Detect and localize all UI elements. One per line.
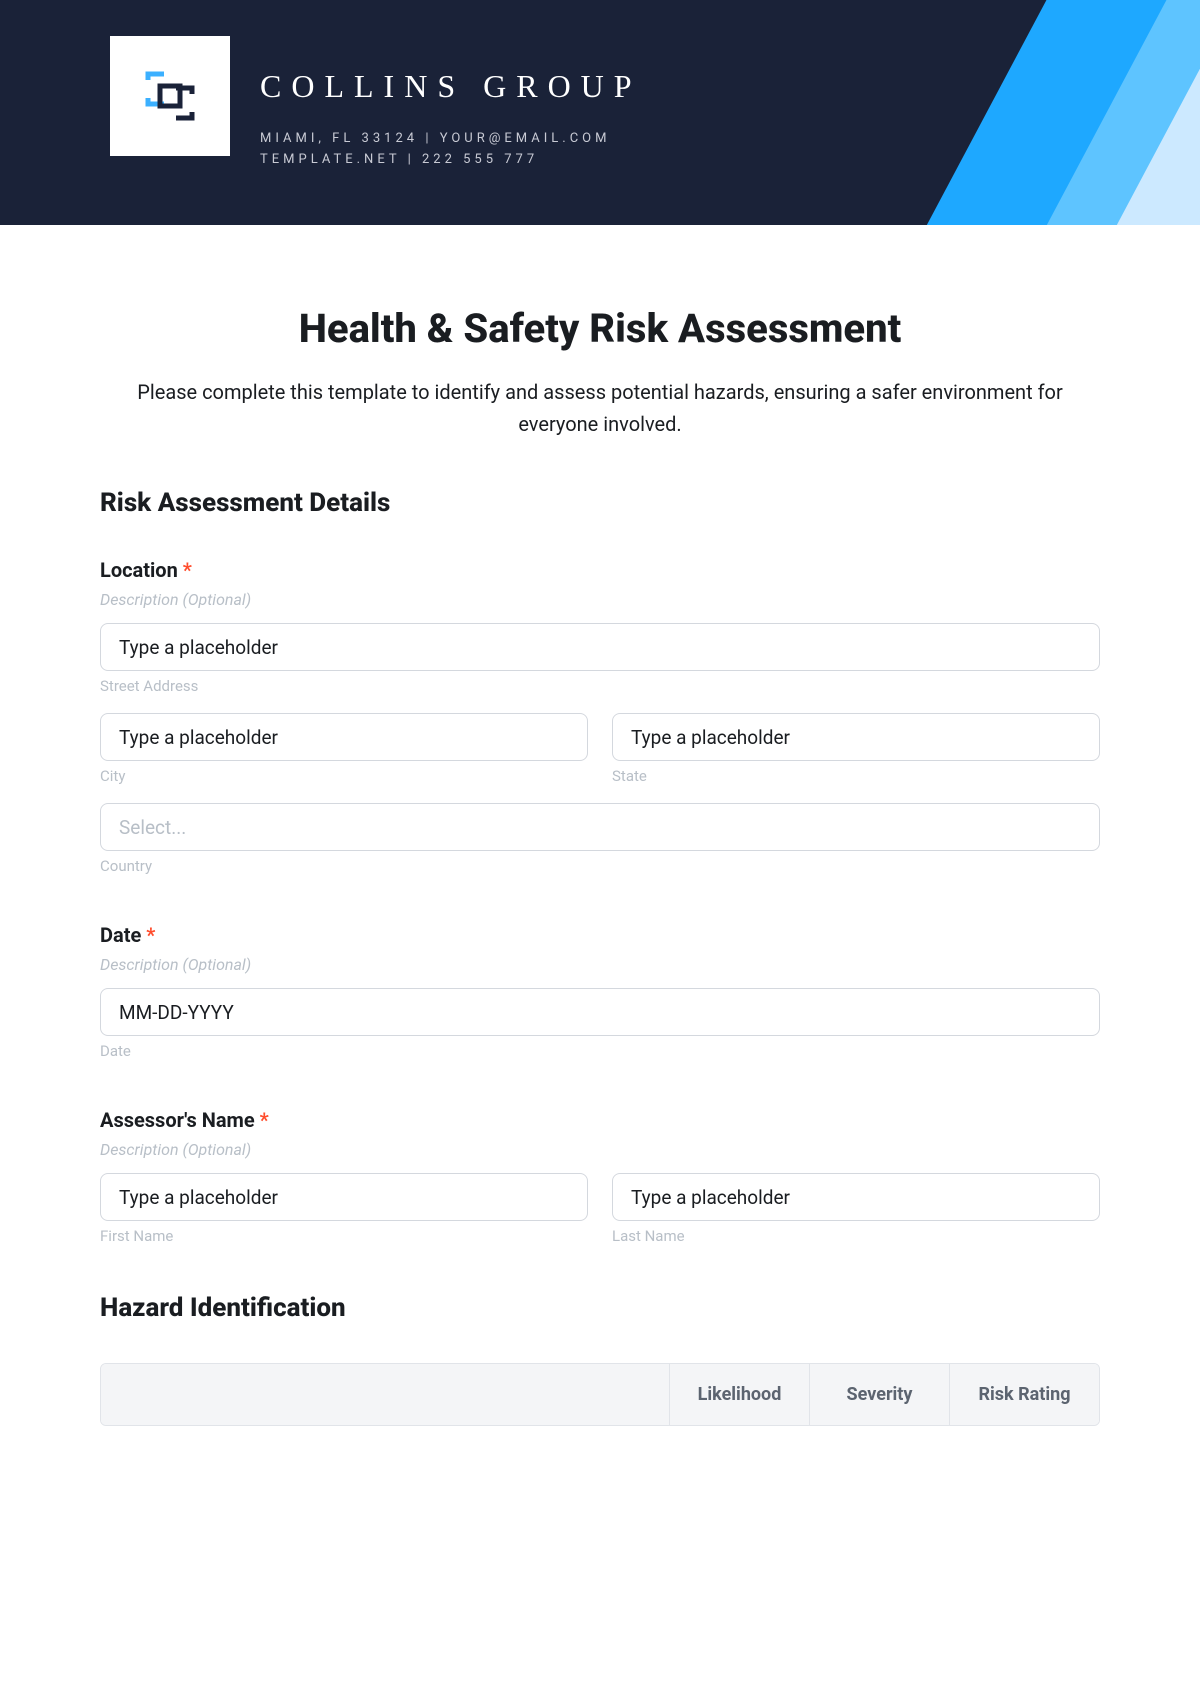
- contact-line-2: TEMPLATE.NET | 222 555 777: [260, 150, 642, 171]
- first-name-sublabel: First Name: [100, 1227, 588, 1245]
- location-field-group: Location * Description (Optional) Type a…: [100, 558, 1100, 875]
- street-address-sublabel: Street Address: [100, 677, 1100, 695]
- city-sublabel: City: [100, 767, 588, 785]
- hazard-col-likelihood: Likelihood: [669, 1364, 809, 1425]
- date-label: Date *: [100, 923, 1100, 947]
- hazard-col-severity: Severity: [809, 1364, 949, 1425]
- last-name-sublabel: Last Name: [612, 1227, 1100, 1245]
- required-marker: *: [183, 558, 192, 582]
- location-label: Location *: [100, 558, 1100, 582]
- company-logo: [110, 36, 230, 156]
- header-banner: COLLINS GROUP MIAMI, FL 33124 | YOUR@EMA…: [0, 0, 1200, 225]
- section-title-details: Risk Assessment Details: [100, 488, 1100, 518]
- date-label-text: Date: [100, 923, 141, 947]
- street-address-input[interactable]: Type a placeholder: [100, 623, 1100, 671]
- hazard-table: Likelihood Severity Risk Rating: [100, 1363, 1100, 1426]
- country-sublabel: Country: [100, 857, 1100, 875]
- city-placeholder-text: Type a placeholder: [119, 726, 278, 749]
- page-title: Health & Safety Risk Assessment: [100, 305, 1100, 352]
- location-label-text: Location: [100, 558, 178, 582]
- date-sublabel: Date: [100, 1042, 1100, 1060]
- decorative-stripes: [700, 0, 1200, 225]
- last-name-input[interactable]: Type a placeholder: [612, 1173, 1100, 1221]
- date-placeholder-text: MM-DD-YYYY: [119, 1001, 234, 1024]
- section-title-hazard: Hazard Identification: [100, 1293, 1100, 1323]
- country-select[interactable]: Select...: [100, 803, 1100, 851]
- city-input[interactable]: Type a placeholder: [100, 713, 588, 761]
- assessor-label: Assessor's Name *: [100, 1108, 1100, 1132]
- page-intro: Please complete this template to identif…: [100, 376, 1100, 440]
- location-description: Description (Optional): [100, 590, 1100, 609]
- country-placeholder-text: Select...: [119, 816, 186, 839]
- required-marker: *: [260, 1108, 269, 1132]
- state-placeholder-text: Type a placeholder: [631, 726, 790, 749]
- assessor-description: Description (Optional): [100, 1140, 1100, 1159]
- hazard-table-header: Likelihood Severity Risk Rating: [101, 1364, 1099, 1425]
- street-placeholder-text: Type a placeholder: [119, 636, 278, 659]
- first-name-placeholder-text: Type a placeholder: [119, 1186, 278, 1209]
- company-name: COLLINS GROUP: [260, 68, 642, 105]
- hazard-header-empty: [101, 1364, 669, 1425]
- date-description: Description (Optional): [100, 955, 1100, 974]
- date-input[interactable]: MM-DD-YYYY: [100, 988, 1100, 1036]
- contact-line-1: MIAMI, FL 33124 | YOUR@EMAIL.COM: [260, 129, 642, 150]
- last-name-placeholder-text: Type a placeholder: [631, 1186, 790, 1209]
- first-name-input[interactable]: Type a placeholder: [100, 1173, 588, 1221]
- state-sublabel: State: [612, 767, 1100, 785]
- required-marker: *: [146, 923, 155, 947]
- date-field-group: Date * Description (Optional) MM-DD-YYYY…: [100, 923, 1100, 1060]
- assessor-field-group: Assessor's Name * Description (Optional)…: [100, 1108, 1100, 1245]
- logo-icon: [140, 66, 200, 126]
- assessor-label-text: Assessor's Name: [100, 1108, 255, 1132]
- hazard-col-risk-rating: Risk Rating: [949, 1364, 1099, 1425]
- state-input[interactable]: Type a placeholder: [612, 713, 1100, 761]
